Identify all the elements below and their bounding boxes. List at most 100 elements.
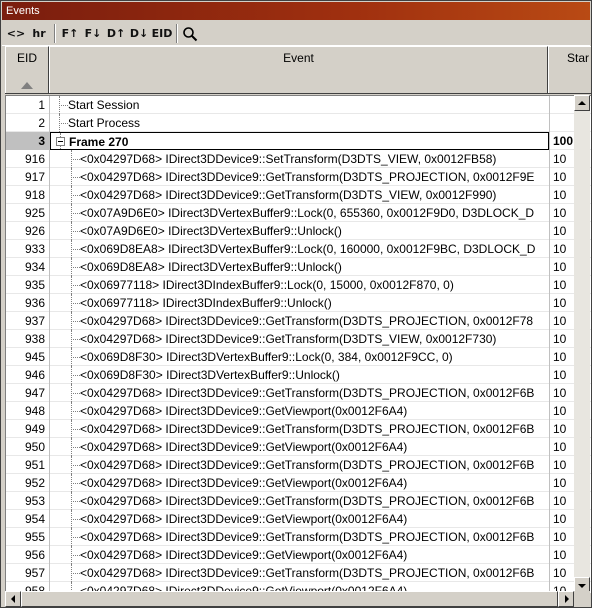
eid-cell: 956 bbox=[6, 546, 50, 564]
eid-cell: 955 bbox=[6, 528, 50, 546]
next-frame-button[interactable]: F↓ bbox=[83, 24, 103, 44]
eid-cell: 945 bbox=[6, 348, 50, 366]
table-row[interactable]: 949 <0x04297D68> IDirect3DDevice9::GetTra… bbox=[6, 420, 591, 438]
event-cell: Start Process bbox=[50, 114, 549, 132]
tree-connector bbox=[71, 411, 80, 412]
arrow-right-icon bbox=[565, 595, 569, 603]
table-row[interactable]: 2 Start Process bbox=[6, 114, 591, 132]
table-row[interactable]: 3 Frame 270 100 bbox=[6, 132, 591, 150]
event-cell: <0x069D8EA8> IDirect3DVertexBuffer9::Loc… bbox=[50, 240, 549, 258]
table-row[interactable]: 952 <0x04297D68> IDirect3DDevice9::GetVie… bbox=[6, 474, 591, 492]
event-label: <0x07A9D6E0> IDirect3DVertexBuffer9::Loc… bbox=[80, 206, 535, 220]
eid-cell: 918 bbox=[6, 186, 50, 204]
tree-connector bbox=[71, 159, 80, 160]
event-label: <0x06977118> IDirect3DIndexBuffer9::Unlo… bbox=[80, 296, 332, 310]
column-header-event-label: Event bbox=[283, 51, 314, 65]
collapse-icon[interactable] bbox=[56, 137, 65, 146]
event-label: <0x04297D68> IDirect3DDevice9::GetTransf… bbox=[80, 530, 535, 544]
table-row[interactable]: 948 <0x04297D68> IDirect3DDevice9::GetVie… bbox=[6, 402, 591, 420]
table-row[interactable]: 946 <0x069D8F30> IDirect3DVertexBuffer9::… bbox=[6, 366, 591, 384]
table-row[interactable]: 1 Start Session bbox=[6, 96, 591, 114]
prev-draw-button[interactable]: D↑ bbox=[106, 24, 126, 44]
eid-cell: 934 bbox=[6, 258, 50, 276]
table-row[interactable]: 926 <0x07A9D6E0> IDirect3DVertexBuffer9::… bbox=[6, 222, 591, 240]
event-label: <0x04297D68> IDirect3DDevice9::GetViewpo… bbox=[80, 548, 408, 562]
table-row[interactable]: 947 <0x04297D68> IDirect3DDevice9::GetTra… bbox=[6, 384, 591, 402]
table-row[interactable]: 933 <0x069D8EA8> IDirect3DVertexBuffer9::… bbox=[6, 240, 591, 258]
eid-cell: 950 bbox=[6, 438, 50, 456]
event-cell: <0x04297D68> IDirect3DDevice9::GetViewpo… bbox=[50, 438, 549, 456]
event-label: <0x04297D68> IDirect3DDevice9::GetTransf… bbox=[80, 386, 535, 400]
event-label: <0x04297D68> IDirect3DDevice9::GetTransf… bbox=[80, 314, 534, 328]
column-header-eid[interactable]: EID bbox=[5, 46, 49, 93]
search-button[interactable] bbox=[180, 24, 200, 44]
scroll-right-button[interactable] bbox=[558, 591, 574, 607]
eid-cell: 951 bbox=[6, 456, 50, 474]
horizontal-scroll-thumb[interactable] bbox=[21, 591, 558, 607]
next-draw-button[interactable]: D↓ bbox=[129, 24, 149, 44]
event-label: <0x069D8F30> IDirect3DVertexBuffer9::Loc… bbox=[80, 350, 453, 364]
table-row[interactable]: 935 <0x06977118> IDirect3DIndexBuffer9::L… bbox=[6, 276, 591, 294]
prev-frame-button[interactable]: F↑ bbox=[60, 24, 80, 44]
column-header-start[interactable]: Star bbox=[548, 46, 591, 93]
tree-connector bbox=[71, 267, 80, 268]
event-label: <0x04297D68> IDirect3DDevice9::GetTransf… bbox=[80, 494, 535, 508]
tree-connector bbox=[71, 285, 80, 286]
event-label: <0x04297D68> IDirect3DDevice9::GetViewpo… bbox=[80, 440, 408, 454]
event-label: <0x04297D68> IDirect3DDevice9::GetTransf… bbox=[80, 332, 497, 346]
event-label: Start Process bbox=[68, 116, 141, 130]
eid-cell: 935 bbox=[6, 276, 50, 294]
table-row[interactable]: 938 <0x04297D68> IDirect3DDevice9::GetTra… bbox=[6, 330, 591, 348]
eid-cell: 946 bbox=[6, 366, 50, 384]
table-row[interactable]: 957 <0x04297D68> IDirect3DDevice9::GetTra… bbox=[6, 564, 591, 582]
event-cell: <0x04297D68> IDirect3DDevice9::GetViewpo… bbox=[50, 474, 549, 492]
table-row[interactable]: 934 <0x069D8EA8> IDirect3DVertexBuffer9::… bbox=[6, 258, 591, 276]
event-cell: <0x07A9D6E0> IDirect3DVertexBuffer9::Unl… bbox=[50, 222, 549, 240]
sort-ascending-icon bbox=[21, 82, 33, 89]
event-label: <0x07A9D6E0> IDirect3DVertexBuffer9::Unl… bbox=[80, 224, 342, 238]
event-label: <0x04297D68> IDirect3DDevice9::GetTransf… bbox=[80, 188, 497, 202]
table-row[interactable]: 955 <0x04297D68> IDirect3DDevice9::GetTra… bbox=[6, 528, 591, 546]
event-label: <0x04297D68> IDirect3DDevice9::GetTransf… bbox=[80, 422, 535, 436]
event-cell: <0x06977118> IDirect3DIndexBuffer9::Lock… bbox=[50, 276, 549, 294]
table-row[interactable]: 925 <0x07A9D6E0> IDirect3DVertexBuffer9::… bbox=[6, 204, 591, 222]
event-list: 1 Start Session 2 Start Process 3 Frame 270 10… bbox=[5, 95, 591, 593]
arrow-down-icon bbox=[578, 584, 586, 588]
eid-cell: 936 bbox=[6, 294, 50, 312]
table-row[interactable]: 936 <0x06977118> IDirect3DIndexBuffer9::U… bbox=[6, 294, 591, 312]
horizontal-scrollbar[interactable] bbox=[5, 591, 574, 607]
event-cell: Frame 270 bbox=[50, 132, 549, 150]
event-label: <0x04297D68> IDirect3DDevice9::GetTransf… bbox=[80, 566, 535, 580]
eid-button[interactable]: EID bbox=[151, 24, 173, 44]
event-cell: <0x069D8EA8> IDirect3DVertexBuffer9::Unl… bbox=[50, 258, 549, 276]
table-row[interactable]: 953 <0x04297D68> IDirect3DDevice9::GetTra… bbox=[6, 492, 591, 510]
event-cell: <0x04297D68> IDirect3DDevice9::GetViewpo… bbox=[50, 510, 549, 528]
eid-cell: 952 bbox=[6, 474, 50, 492]
scroll-up-button[interactable] bbox=[574, 95, 590, 111]
table-row[interactable]: 950 <0x04297D68> IDirect3DDevice9::GetVie… bbox=[6, 438, 591, 456]
table-row[interactable]: 951 <0x04297D68> IDirect3DDevice9::GetTra… bbox=[6, 456, 591, 474]
table-row[interactable]: 954 <0x04297D68> IDirect3DDevice9::GetVie… bbox=[6, 510, 591, 528]
column-header-event[interactable]: Event bbox=[49, 46, 548, 93]
eid-cell: 916 bbox=[6, 150, 50, 168]
event-cell: <0x04297D68> IDirect3DDevice9::GetTransf… bbox=[50, 330, 549, 348]
table-row[interactable]: 937 <0x04297D68> IDirect3DDevice9::GetTra… bbox=[6, 312, 591, 330]
toolbar-separator bbox=[54, 24, 56, 43]
table-row[interactable]: 945 <0x069D8F30> IDirect3DVertexBuffer9::… bbox=[6, 348, 591, 366]
eid-cell: 933 bbox=[6, 240, 50, 258]
table-row[interactable]: 916 <0x04297D68> IDirect3DDevice9::SetTra… bbox=[6, 150, 591, 168]
vertical-scrollbar[interactable] bbox=[574, 95, 590, 593]
tree-connector bbox=[59, 123, 68, 124]
table-row[interactable]: 918 <0x04297D68> IDirect3DDevice9::GetTra… bbox=[6, 186, 591, 204]
event-label: <0x04297D68> IDirect3DDevice9::GetViewpo… bbox=[80, 512, 408, 526]
table-row[interactable]: 956 <0x04297D68> IDirect3DDevice9::GetVie… bbox=[6, 546, 591, 564]
goto-button[interactable]: <> bbox=[6, 24, 26, 44]
hr-button[interactable]: hr bbox=[29, 24, 49, 44]
scroll-left-button[interactable] bbox=[5, 591, 21, 607]
tree-connector bbox=[71, 447, 80, 448]
table-row[interactable]: 917 <0x04297D68> IDirect3DDevice9::GetTra… bbox=[6, 168, 591, 186]
tree-connector bbox=[71, 357, 80, 358]
tree-connector bbox=[71, 501, 80, 502]
tree-connector bbox=[71, 231, 80, 232]
events-window: Events <> hr F↑ F↓ D↑ D↓ EID EID Event S… bbox=[0, 0, 592, 608]
